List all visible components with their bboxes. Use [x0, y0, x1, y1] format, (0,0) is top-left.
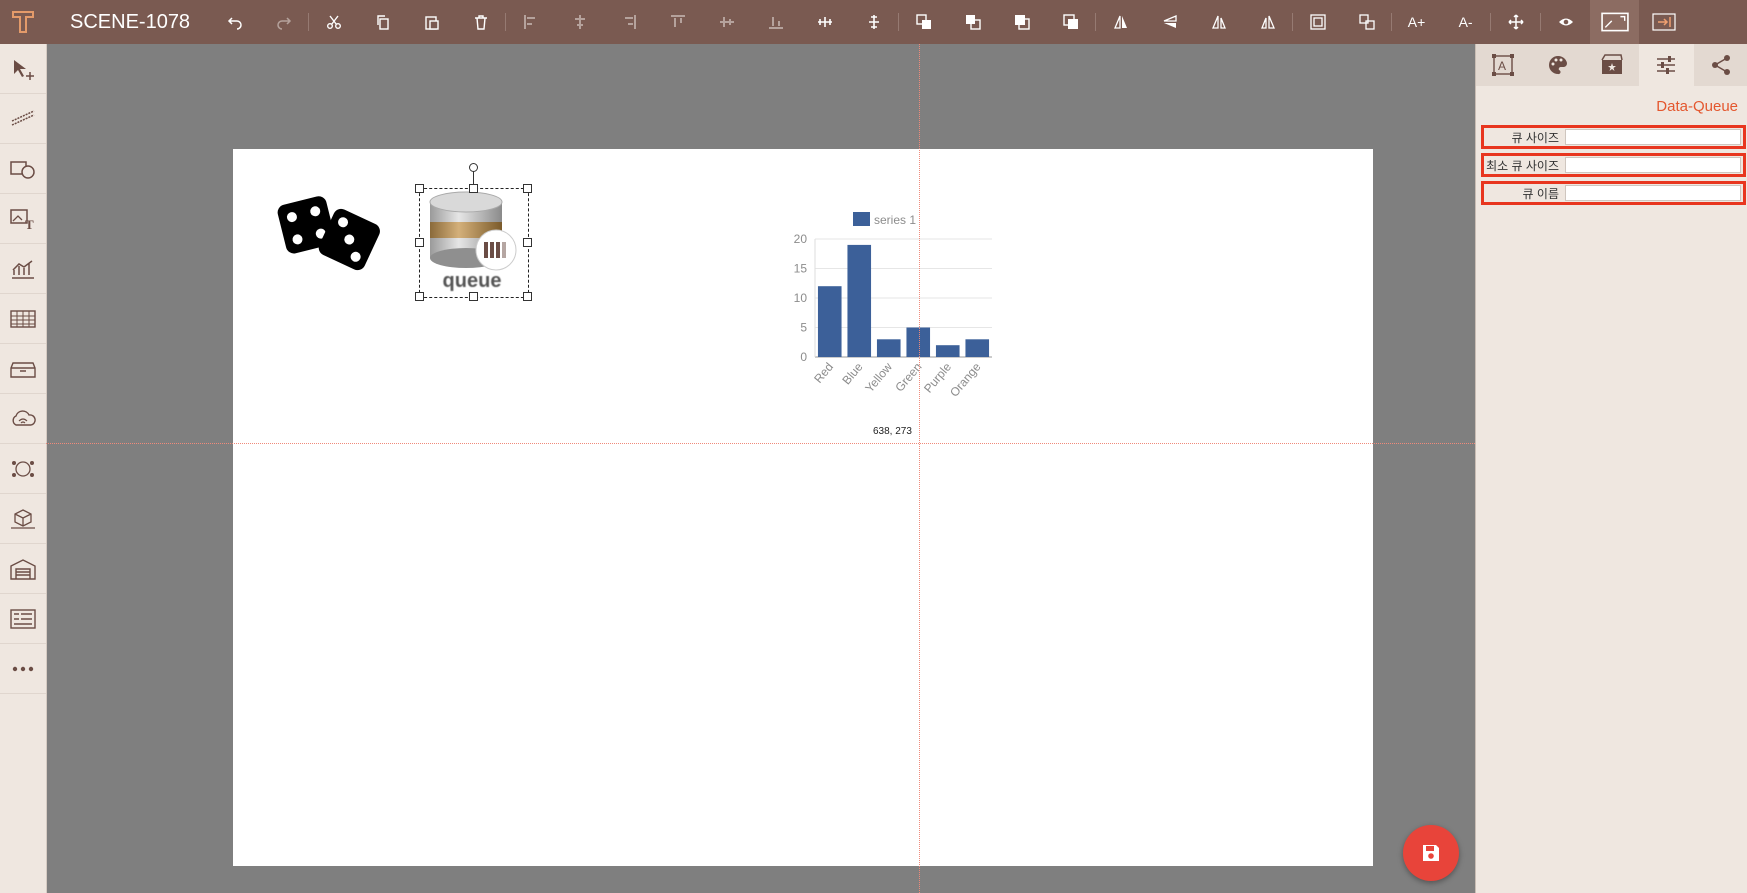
legend-label: series 1: [874, 213, 916, 227]
table-tool-icon[interactable]: [0, 294, 46, 344]
y-tick-label: 0: [800, 350, 807, 364]
paste-icon[interactable]: [407, 0, 456, 44]
delete-icon[interactable]: [456, 0, 505, 44]
queue-size-input[interactable]: [1565, 129, 1741, 145]
palette-icon[interactable]: [1530, 44, 1584, 86]
save-icon: [1423, 845, 1439, 861]
save-button[interactable]: [1403, 825, 1459, 881]
shape-tool-icon[interactable]: [0, 144, 46, 194]
bring-to-front-icon[interactable]: [997, 0, 1046, 44]
app-logo-icon[interactable]: [0, 0, 46, 44]
property-queue-name: 큐 이름: [1481, 181, 1746, 205]
align-middle-icon[interactable]: [702, 0, 751, 44]
3d-tool-icon[interactable]: [0, 494, 46, 544]
align-left-icon[interactable]: [506, 0, 555, 44]
resize-handle-se[interactable]: [523, 292, 532, 301]
font-increase-icon[interactable]: A+: [1392, 0, 1441, 44]
x-tick-label: Yellow: [862, 360, 895, 395]
image-text-tool-icon[interactable]: T: [0, 194, 46, 244]
align-top-icon[interactable]: [653, 0, 702, 44]
properties-icon[interactable]: [1639, 44, 1694, 86]
flip-vertical-icon[interactable]: [1145, 0, 1194, 44]
group-icon[interactable]: [1293, 0, 1342, 44]
vertical-guide: [919, 44, 920, 893]
send-to-back-icon[interactable]: [1046, 0, 1095, 44]
dice-icon[interactable]: [276, 190, 382, 276]
resize-handle-sw[interactable]: [415, 292, 424, 301]
property-label: 큐 이름: [1522, 186, 1559, 201]
copy-icon[interactable]: [358, 0, 407, 44]
flip-horizontal-icon[interactable]: [1096, 0, 1145, 44]
x-tick-label: Orange: [947, 360, 984, 400]
rotate-ccw-icon[interactable]: [1243, 0, 1292, 44]
panel-tabs: A: [1476, 44, 1747, 86]
distribute-horizontal-icon[interactable]: [800, 0, 849, 44]
y-tick-label: 5: [800, 321, 807, 335]
resize-handle-e[interactable]: [523, 238, 532, 247]
bar: [847, 244, 872, 357]
resize-handle-w[interactable]: [415, 238, 424, 247]
cloud-tool-icon[interactable]: [0, 394, 46, 444]
preview-icon[interactable]: [1541, 0, 1590, 44]
svg-text:A: A: [1498, 59, 1506, 73]
resize-handle-ne[interactable]: [523, 184, 532, 193]
legend-swatch: [853, 212, 870, 226]
resize-handle-n[interactable]: [469, 184, 478, 193]
send-backward-icon[interactable]: [948, 0, 997, 44]
x-tick-label: Blue: [839, 360, 865, 388]
top-toolbar: SCENE-1078 A+ A-: [0, 0, 1747, 44]
component-title: Data-Queue: [1656, 98, 1738, 115]
form-tool-icon[interactable]: [0, 594, 46, 644]
y-tick-label: 20: [794, 232, 808, 246]
align-bottom-icon[interactable]: [751, 0, 800, 44]
align-center-icon[interactable]: [555, 0, 604, 44]
cut-icon[interactable]: [309, 0, 358, 44]
rotation-handle[interactable]: [469, 163, 478, 172]
animation-icon[interactable]: [1585, 44, 1639, 86]
bring-forward-icon[interactable]: [899, 0, 948, 44]
scene-title: SCENE-1078: [70, 10, 191, 33]
min-queue-size-input[interactable]: [1565, 157, 1741, 173]
y-tick-label: 10: [794, 291, 808, 305]
cursor-coordinates: 638, 273: [873, 426, 912, 437]
bar: [965, 339, 990, 357]
selection-box[interactable]: [419, 188, 529, 298]
share-icon[interactable]: [1694, 44, 1747, 86]
fullscreen-icon[interactable]: [1590, 0, 1640, 44]
export-icon[interactable]: [1639, 0, 1688, 44]
bar: [817, 286, 842, 357]
pointer-tool-icon[interactable]: [0, 44, 46, 94]
svg-text:T: T: [25, 217, 34, 230]
bar: [876, 339, 901, 357]
queue-name-input[interactable]: [1565, 185, 1741, 201]
property-queue-size: 큐 사이즈: [1481, 125, 1746, 149]
bar: [935, 345, 960, 357]
undo-icon[interactable]: [210, 0, 259, 44]
align-right-icon[interactable]: [604, 0, 653, 44]
x-tick-label: Red: [811, 360, 836, 386]
line-tool-icon[interactable]: [0, 94, 46, 144]
ungroup-icon[interactable]: [1342, 0, 1391, 44]
property-label: 최소 큐 사이즈: [1486, 158, 1559, 173]
chart-tool-icon[interactable]: [0, 244, 46, 294]
redo-icon[interactable]: [259, 0, 308, 44]
property-min-queue-size: 최소 큐 사이즈: [1481, 153, 1746, 177]
warehouse-tool-icon[interactable]: [0, 544, 46, 594]
y-tick-label: 15: [794, 262, 808, 276]
resize-handle-nw[interactable]: [415, 184, 424, 193]
network-tool-icon[interactable]: [0, 444, 46, 494]
property-label: 큐 사이즈: [1511, 130, 1560, 145]
rotate-cw-icon[interactable]: [1194, 0, 1243, 44]
text-style-icon[interactable]: A: [1476, 44, 1530, 86]
more-tool-icon[interactable]: [0, 644, 46, 694]
distribute-vertical-icon[interactable]: [849, 0, 898, 44]
tool-palette: T: [0, 44, 47, 893]
resize-handle-s[interactable]: [469, 292, 478, 301]
horizontal-guide: [46, 443, 1475, 444]
bar-chart[interactable]: series 105101520Red BlueYellowGreenPurple…: [770, 205, 1010, 410]
storage-tool-icon[interactable]: [0, 344, 46, 394]
property-panel: A Data-Queue 큐 사이즈 최소 큐 사이즈 큐 이름: [1475, 44, 1747, 893]
font-decrease-icon[interactable]: A-: [1441, 0, 1490, 44]
move-icon[interactable]: [1491, 0, 1540, 44]
